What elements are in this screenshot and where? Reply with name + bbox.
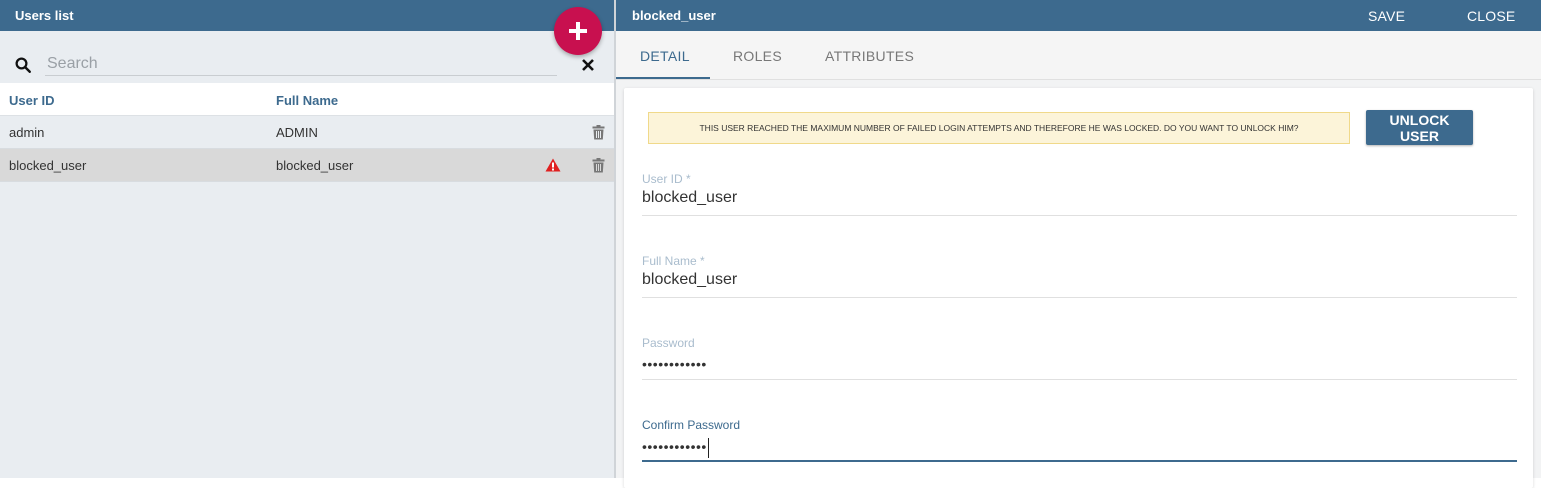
close-button[interactable]: CLOSE [1467,8,1515,24]
search-bar [0,31,614,83]
full-name-cell: ADMIN [276,125,318,140]
detail-header: blocked_user SAVE CLOSE [616,0,1541,31]
password-input[interactable]: •••••••••••• [642,356,1517,380]
users-list-title: Users list [15,8,74,23]
trash-icon[interactable] [592,158,605,173]
trash-icon[interactable] [592,125,605,140]
full-name-input[interactable]: blocked_user [642,271,1517,298]
search-input[interactable] [45,53,557,76]
full-name-label: Full Name * [642,254,705,268]
save-button[interactable]: SAVE [1368,8,1405,24]
detail-form-card: THIS USER REACHED THE MAXIMUM NUMBER OF … [624,88,1533,488]
confirm-password-value: •••••••••••• [642,438,707,455]
tab-roles[interactable]: ROLES [733,48,782,64]
users-table-header: User ID Full Name [0,83,614,116]
users-list-header: Users list [0,0,614,31]
locked-user-alert: THIS USER REACHED THE MAXIMUM NUMBER OF … [648,112,1350,144]
column-header-full-name[interactable]: Full Name [276,93,338,108]
user-id-label: User ID * [642,172,691,186]
user-id-cell: admin [9,125,45,140]
confirm-password-label: Confirm Password [642,418,741,432]
column-header-user-id[interactable]: User ID [9,93,55,108]
detail-title: blocked_user [632,8,716,23]
unlock-user-button[interactable]: UNLOCK USER [1366,110,1473,145]
detail-tabs: DETAIL ROLES ATTRIBUTES [616,31,1541,80]
users-list-panel: Users list User ID Full Name admin ADMIN… [0,0,614,478]
full-name-cell: blocked_user [276,158,354,173]
warning-icon [545,158,561,172]
user-id-input[interactable]: blocked_user [642,189,1517,216]
text-cursor [707,438,709,458]
table-row[interactable]: admin ADMIN [0,116,614,149]
confirm-password-input[interactable]: •••••••••••• [642,438,1517,462]
user-id-cell: blocked_user [9,158,87,173]
password-label: Password [642,336,695,350]
user-detail-panel: blocked_user SAVE CLOSE DETAIL ROLES ATT… [616,0,1541,488]
close-icon[interactable] [581,58,595,72]
tab-detail[interactable]: DETAIL [640,48,690,64]
search-icon [15,57,31,73]
table-row-selected[interactable]: blocked_user blocked_user [0,149,614,182]
plus-icon [569,22,587,40]
add-user-button[interactable] [554,7,602,55]
active-tab-indicator [616,77,710,79]
tab-attributes[interactable]: ATTRIBUTES [825,48,914,64]
